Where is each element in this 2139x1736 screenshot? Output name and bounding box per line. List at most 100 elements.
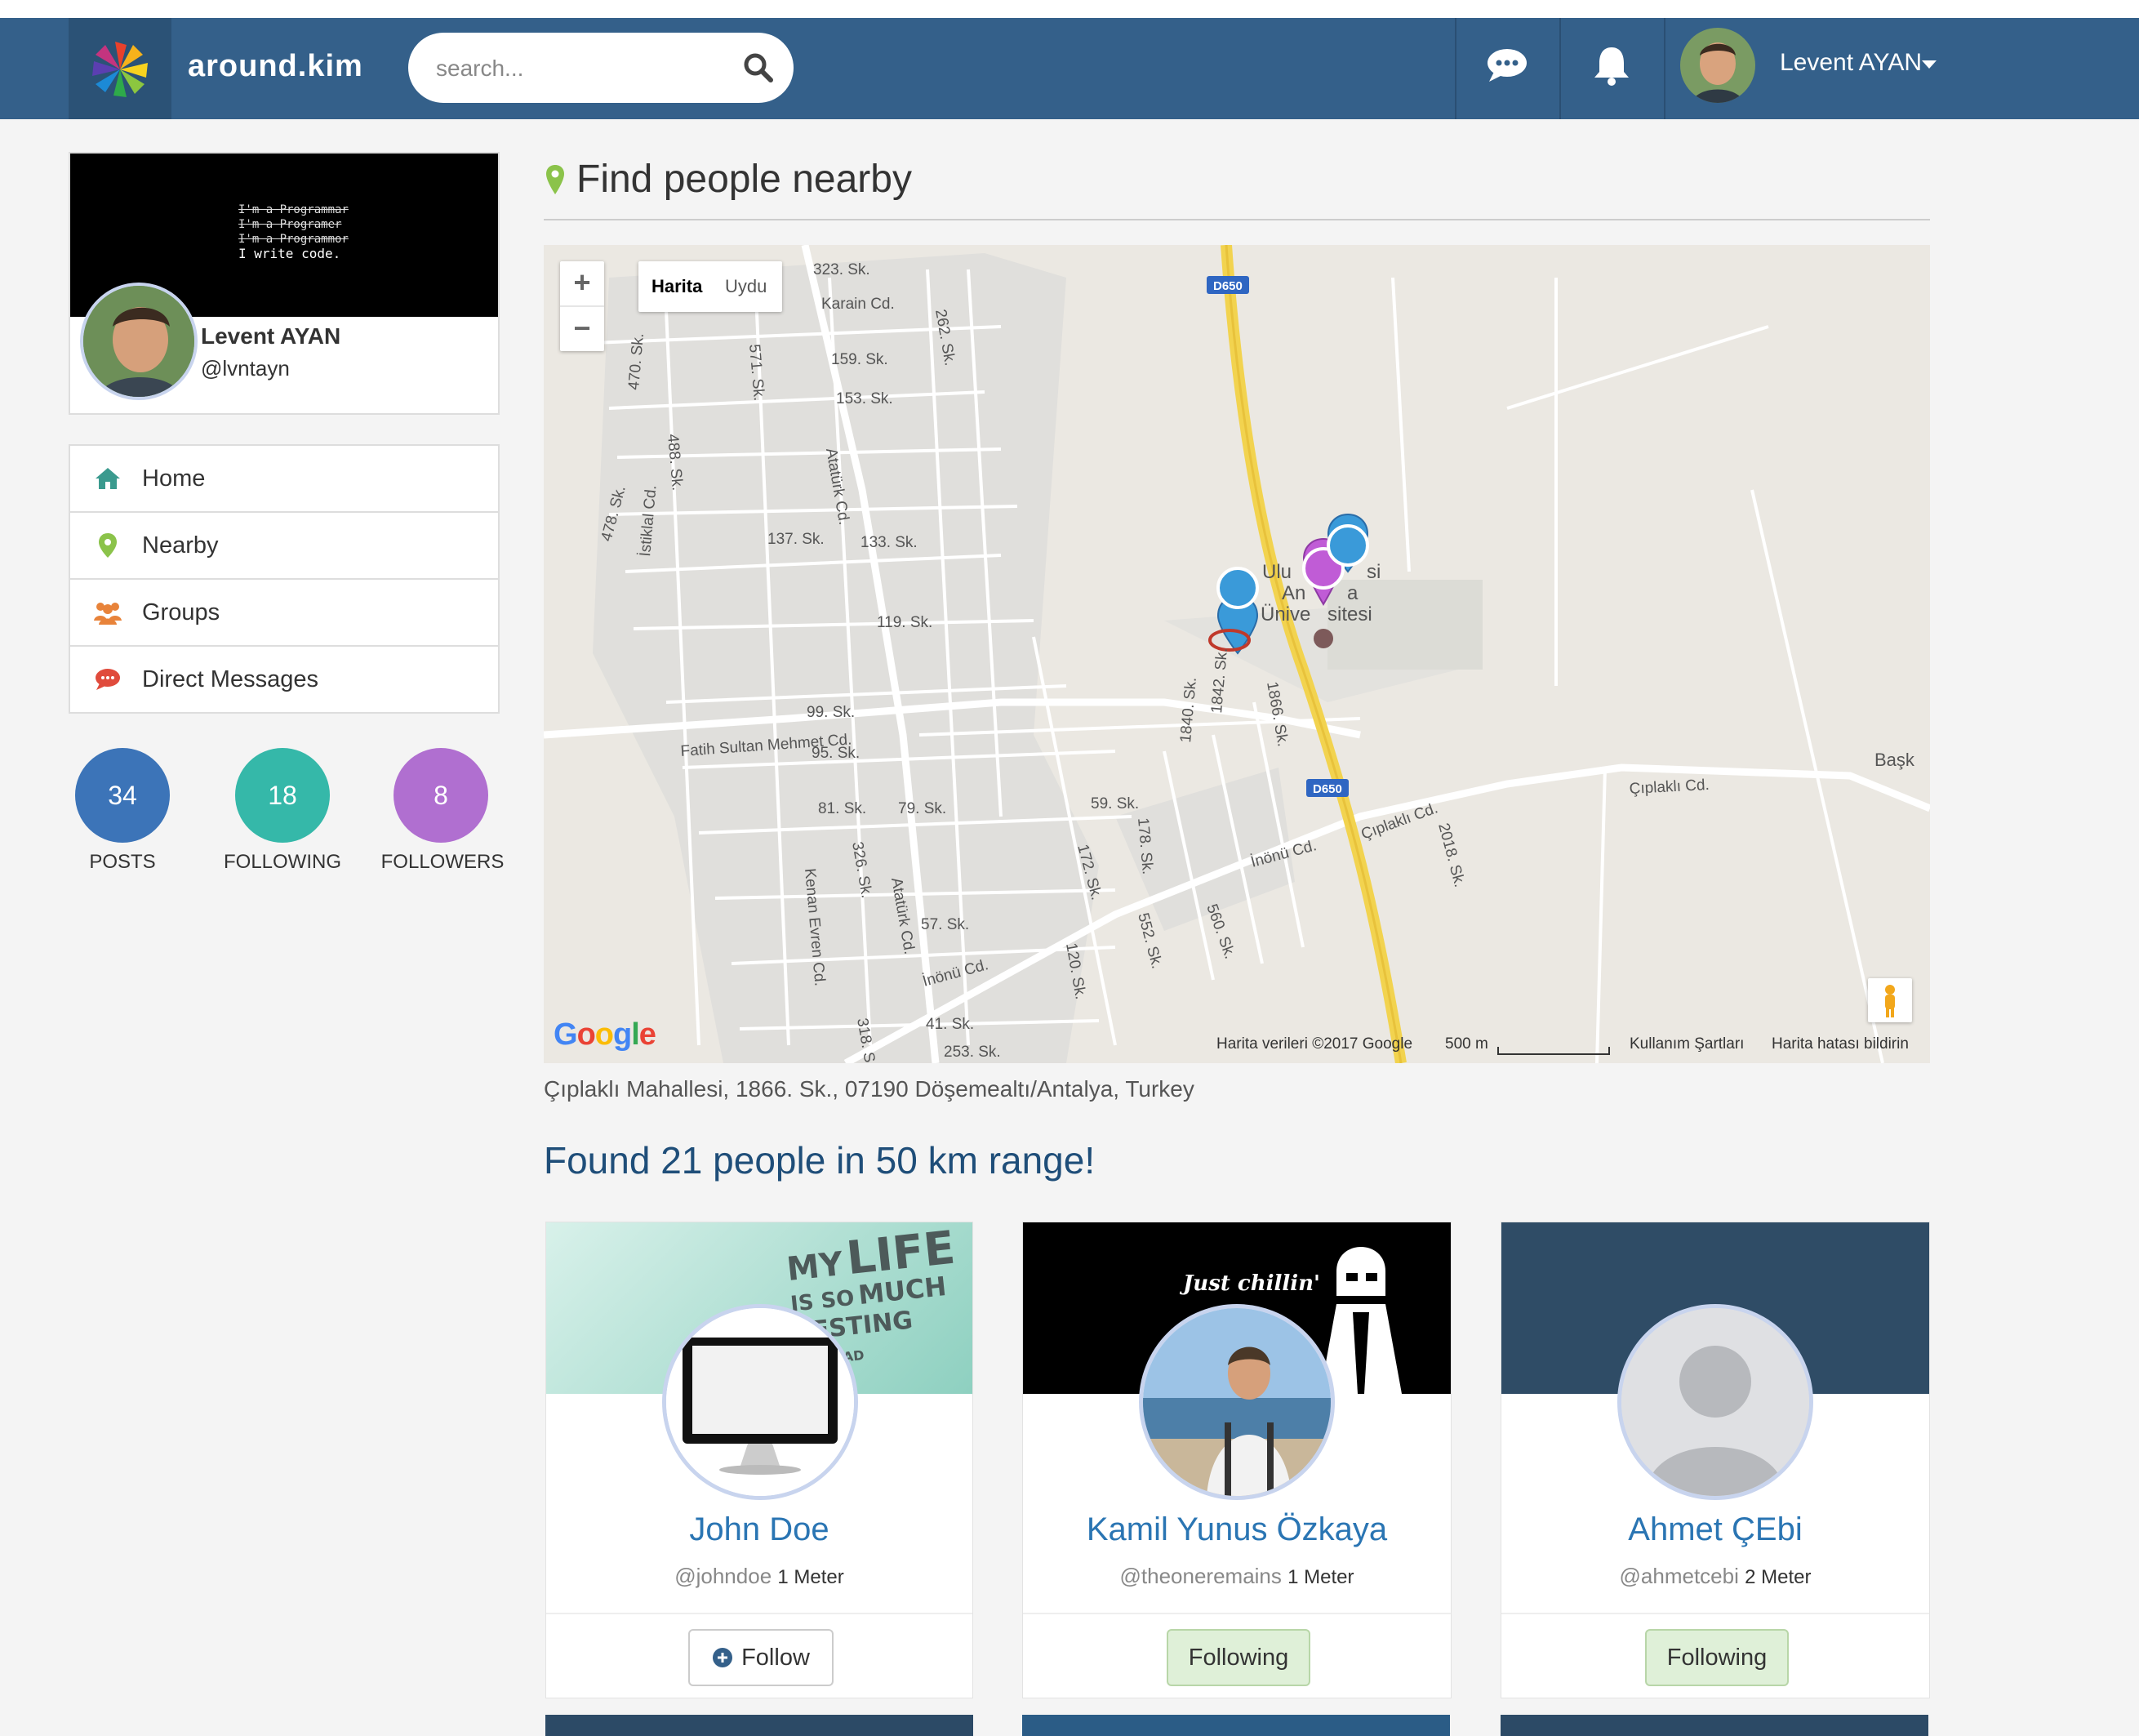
person-meta: @theoneremains 1 Meter [1023,1564,1451,1589]
search-input[interactable] [434,49,715,88]
sidebar-item-label: Home [142,465,206,492]
map-attribution: Harita verileri ©2017 Google [1216,1035,1413,1053]
map-label: 159. Sk. [831,351,888,368]
card-divider [1023,1613,1451,1614]
followers-count[interactable]: 8 [394,748,488,843]
map-label: D650 [1213,279,1243,293]
map-label: 81. Sk. [818,800,866,817]
person-card-next [1022,1715,1450,1736]
nav-avatar[interactable] [1680,28,1755,103]
messages-icon[interactable] [1483,41,1532,90]
current-address: Çıplaklı Mahallesi, 1866. Sk., 07190 Döş… [544,1076,1194,1102]
map-label: 119. Sk. [877,614,932,631]
map-label: 99. Sk. [807,704,855,721]
person-card: Ahmet ÇEbi @ahmetcebi 2 Meter Following [1501,1222,1930,1698]
cover-line: I write code. [238,246,341,261]
map-scale-label: 500 m [1445,1035,1488,1053]
map-terms-link[interactable]: Kullanım Şartları [1630,1035,1744,1053]
map-zoom-control: + − [560,261,604,351]
zoom-in-button[interactable]: + [560,261,604,305]
map-label: 95. Sk. [812,745,860,762]
map-label: 41. Sk. [926,1016,974,1033]
cover-line: I'm a Programmar [238,203,349,216]
sidebar-item-direct-messages[interactable]: Direct Messages [70,647,498,712]
sidebar-item-label: Groups [142,599,220,625]
browser-top-strip [0,0,2139,20]
person-card-next [1501,1715,1928,1736]
posts-label: POSTS [89,851,156,873]
following-button[interactable]: Following [1167,1629,1310,1686]
map-label: 57. Sk. [921,916,969,933]
comment-icon [96,669,120,690]
follow-button[interactable]: Follow [688,1629,834,1686]
chevron-down-icon[interactable] [1922,60,1937,69]
map-report-link[interactable]: Harita hatası bildirin [1772,1035,1909,1053]
map-label: Çıplaklı Cd. [1629,777,1710,798]
search-icon[interactable] [741,51,776,85]
person-avatar[interactable] [662,1304,858,1500]
user-photo-icon [1680,28,1755,103]
following-count[interactable]: 18 [235,748,330,843]
map-label: 253. Sk. [944,1044,1001,1061]
follow-button-label: Follow [741,1645,810,1671]
person-name[interactable]: John Doe [546,1511,972,1548]
google-logo: Google [554,1017,656,1052]
nav-user-name[interactable]: Levent AYAN [1780,49,1922,77]
person-card: Just chillin' Kamil Yunus Özkaya @theone… [1022,1222,1452,1698]
map-label: 79. Sk. [898,800,946,817]
nav-separator [1455,18,1456,119]
sidebar-item-label: Direct Messages [142,666,318,692]
profile-avatar[interactable] [80,283,198,400]
street-view-pegman-icon[interactable] [1868,978,1912,1022]
person-avatar[interactable] [1139,1304,1335,1500]
person-handle: @johndoe [674,1564,772,1588]
profile-card: I'm a Programmar I'm a Programer I'm a P… [69,152,500,415]
profile-cover-text: I'm a Programmar I'm a Programer I'm a P… [238,203,349,261]
sidebar-item-home[interactable]: Home [70,446,498,513]
search-box [408,33,794,103]
person-distance: 2 Meter [1745,1566,1812,1588]
map-label: 133. Sk. [860,534,918,551]
following-button[interactable]: Following [1645,1629,1789,1686]
person-handle: @theoneremains [1119,1564,1282,1588]
cover-line: I'm a Programmor [238,233,349,246]
person-name[interactable]: Kamil Yunus Özkaya [1023,1511,1451,1548]
zoom-out-button[interactable]: − [560,305,604,351]
default-user-icon [1621,1308,1809,1496]
posts-count[interactable]: 34 [75,748,170,843]
person-distance: 1 Meter [777,1566,844,1588]
map-label: a [1347,582,1359,604]
sidebar-item-groups[interactable]: Groups [70,580,498,647]
map-label: Karain Cd. [821,296,895,313]
map-label: 1842. Sk. [1208,648,1231,714]
brand-logo-box[interactable] [69,18,171,119]
map-view[interactable]: 323. Sk. Karain Cd. 262. Sk. 159. Sk. 15… [544,245,1930,1063]
sidebar-menu: Home Nearby Groups Direct Messages [69,444,500,714]
map-label: 137. Sk. [767,531,825,548]
bell-icon[interactable] [1587,41,1636,90]
page-title: Find people nearby [576,158,912,201]
cover-word: MY [785,1245,845,1289]
brand-name[interactable]: around.kim [188,49,363,84]
map-type-satellite-button[interactable]: Uydu [725,276,767,297]
person-avatar[interactable] [1617,1304,1813,1500]
profile-name[interactable]: Levent AYAN [201,323,340,349]
profile-handle: @lvntayn [201,356,290,381]
map-label: 1840. Sk. [1177,677,1200,744]
plus-circle-icon [713,1648,733,1667]
cover-line: I'm a Programer [238,218,342,231]
cover-graphic-text: Just chillin' [1183,1271,1321,1296]
map-label: sitesi [1327,603,1372,625]
map-type-map-button[interactable]: Harita [651,276,702,297]
user-photo-icon [1143,1308,1331,1496]
map-label: 153. Sk. [836,390,893,407]
map-label: An [1282,582,1305,604]
map-label: Ulu [1262,561,1292,583]
person-name[interactable]: Ahmet ÇEbi [1501,1511,1929,1548]
sidebar-item-nearby[interactable]: Nearby [70,513,498,580]
followers-label: FOLLOWERS [380,851,505,873]
users-icon [94,603,122,625]
map-label: Ünive [1261,603,1310,625]
person-card: MY LIFE IS SO MUCH RESTING MY HEAD John … [545,1222,973,1698]
sidebar-item-label: Nearby [142,532,219,559]
